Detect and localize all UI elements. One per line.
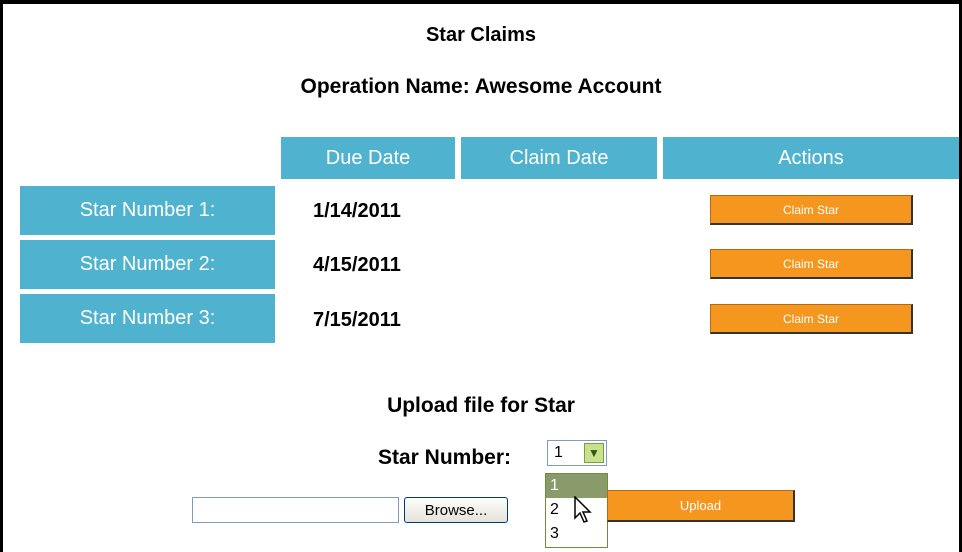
page-title: Star Claims	[425, 24, 537, 46]
star-number-label: Star Number:	[378, 446, 512, 469]
row-label-star-2: Star Number 2:	[20, 240, 275, 289]
mouse-pointer-icon	[574, 496, 592, 523]
star-number-selected-value: 1	[554, 444, 563, 461]
claim-star-button-3[interactable]: Claim Star	[710, 304, 913, 334]
claim-star-button-2[interactable]: Claim Star	[710, 249, 913, 279]
due-date-star-1: 1/14/2011	[313, 200, 401, 222]
column-header-claim-date: Claim Date	[461, 137, 657, 179]
row-label-star-3: Star Number 3:	[20, 294, 275, 343]
operation-name: Operation Name: Awesome Account	[300, 75, 662, 98]
star-number-select[interactable]: 1 ▼	[547, 440, 607, 466]
dropdown-option-3[interactable]: 3	[546, 522, 607, 546]
row-label-star-1: Star Number 1:	[20, 186, 275, 235]
due-date-star-3: 7/15/2011	[313, 309, 401, 331]
upload-button[interactable]: Upload	[607, 490, 795, 522]
column-header-due-date: Due Date	[281, 137, 455, 179]
upload-title: Upload file for Star	[387, 394, 575, 417]
browse-button[interactable]: Browse...	[404, 497, 508, 523]
chevron-down-icon[interactable]: ▼	[584, 443, 604, 463]
due-date-star-2: 4/15/2011	[313, 254, 401, 276]
claim-star-button-1[interactable]: Claim Star	[710, 195, 913, 225]
column-header-actions: Actions	[663, 137, 959, 179]
dropdown-option-1[interactable]: 1	[546, 474, 607, 498]
file-path-input[interactable]	[192, 497, 399, 523]
